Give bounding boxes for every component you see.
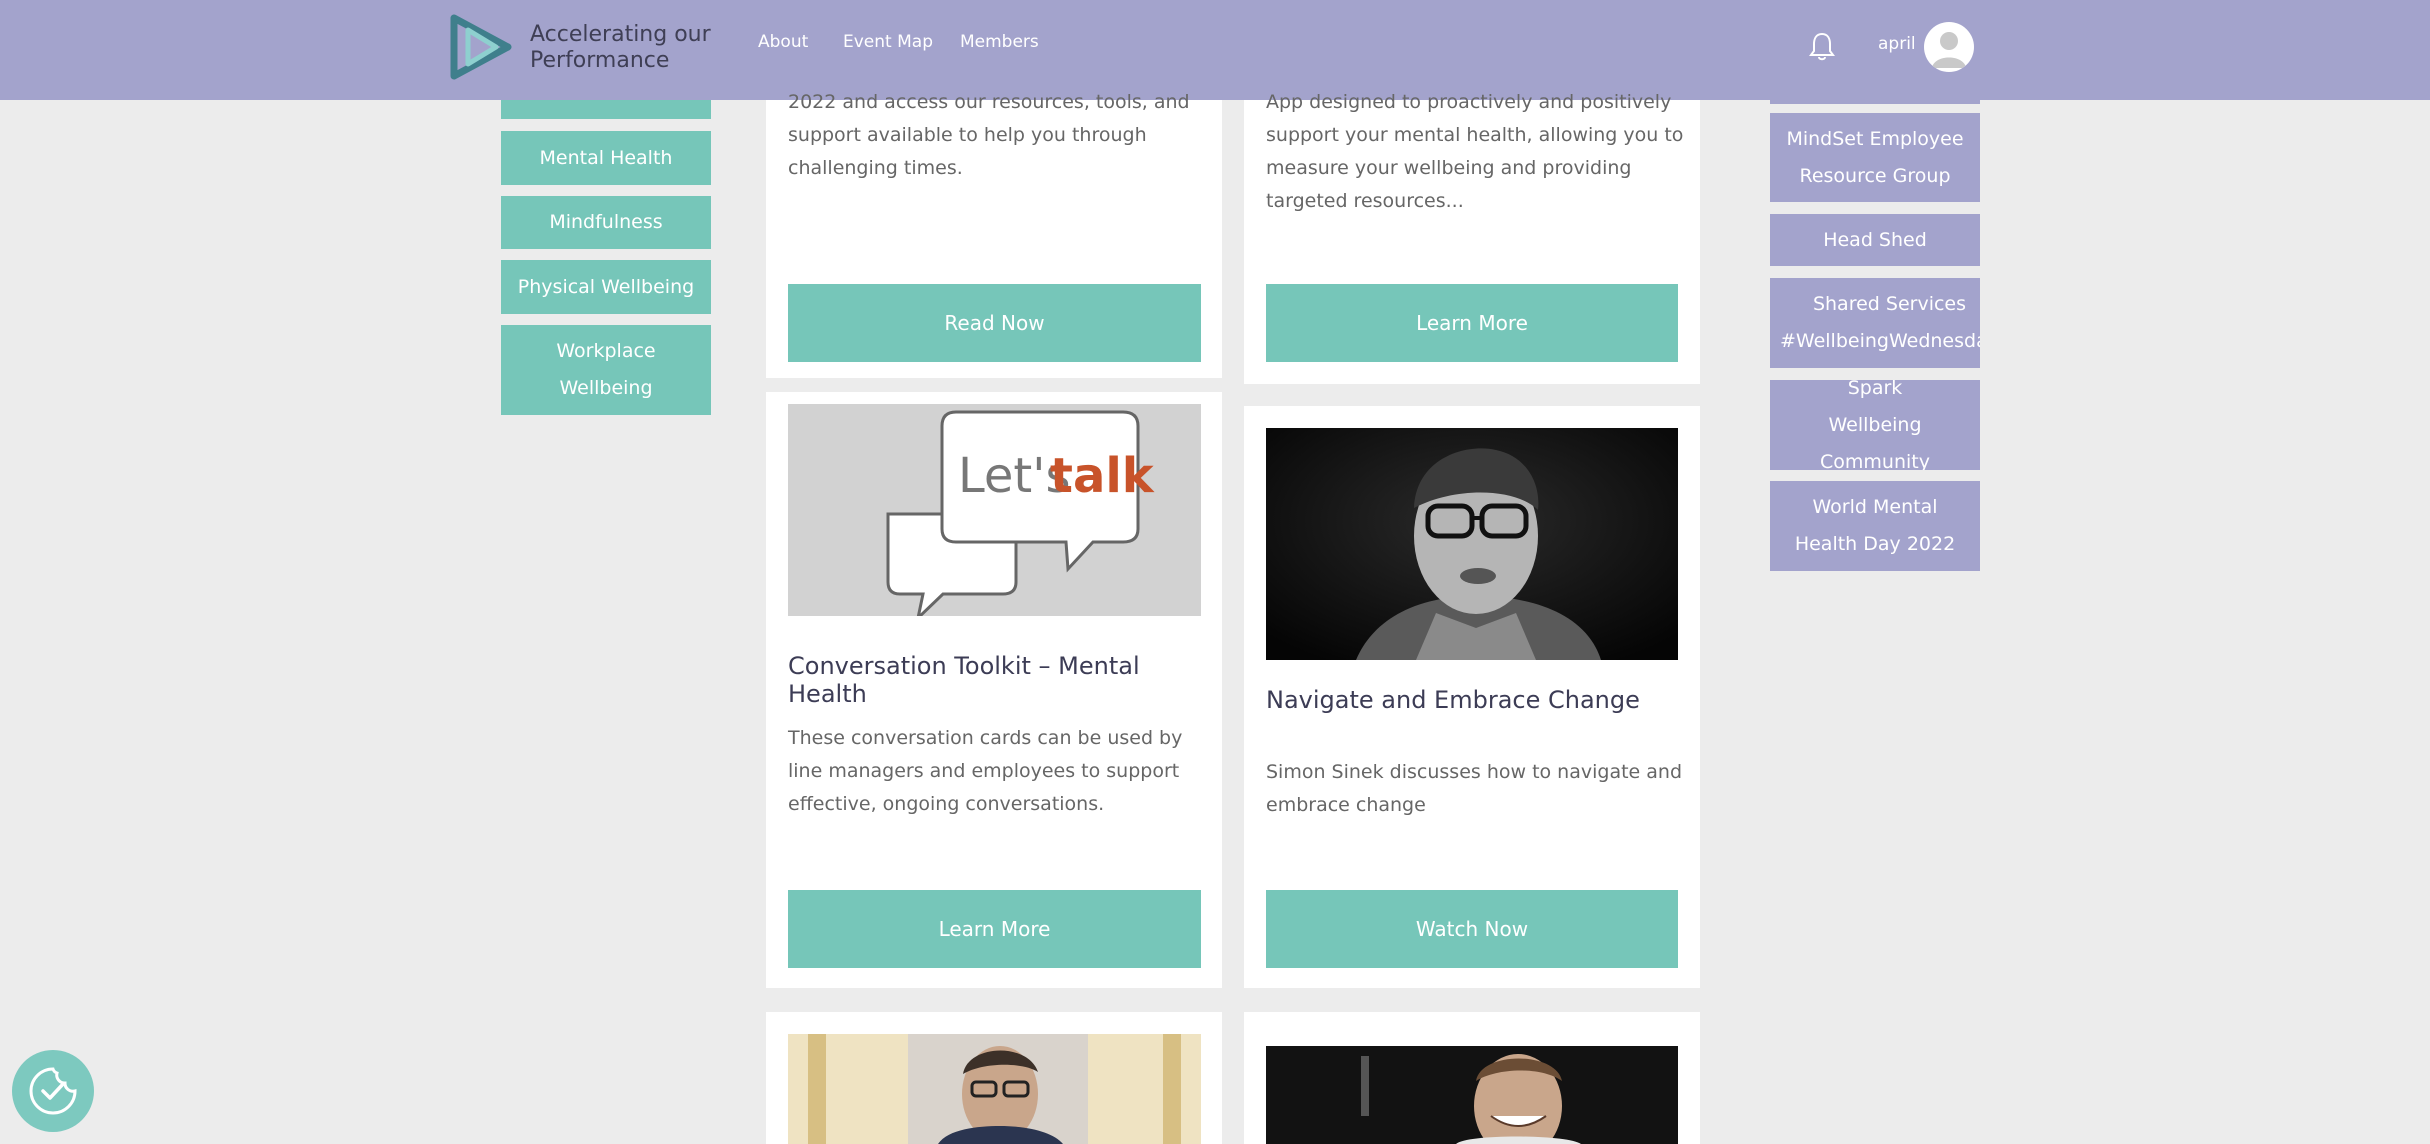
sidebar-item-mental-health[interactable]: Mental Health [501, 131, 711, 185]
logo-line-2: Performance [530, 48, 670, 73]
sidebar-item-mindfulness[interactable]: Mindfulness [501, 196, 711, 249]
speaker-portrait-icon [1266, 428, 1678, 660]
right-sidebar-item-shared-services[interactable]: Shared Services #WellbeingWednesday [1770, 278, 1980, 368]
right-sidebar-item-mindset[interactable]: MindSet Employee Resource Group [1770, 113, 1980, 202]
resource-card [1244, 1012, 1700, 1144]
nav-about[interactable]: About [758, 32, 808, 52]
logo-icon[interactable] [450, 14, 512, 80]
speaker-photo[interactable] [788, 1034, 1201, 1144]
sidebar-item-partial[interactable] [501, 100, 711, 119]
bell-icon[interactable] [1808, 30, 1836, 62]
speech-bubbles-icon [886, 410, 1140, 616]
image-text-talk: talk [1050, 448, 1154, 504]
sidebar-item-physical-wellbeing[interactable]: Physical Wellbeing [501, 260, 711, 314]
lets-talk-image[interactable]: Let's talk [788, 404, 1201, 616]
user-name[interactable]: april [1878, 34, 1916, 54]
nav-members[interactable]: Members [960, 32, 1039, 52]
card-description: 2022 and access our resources, tools, an… [788, 91, 1190, 179]
cookie-check-icon [29, 1067, 77, 1115]
resource-card: Navigate and Embrace Change Simon Sinek … [1244, 406, 1700, 988]
nav-event-map[interactable]: Event Map [843, 32, 933, 52]
resource-card: 2022 and access our resources, tools, an… [766, 91, 1222, 378]
card-description: App designed to proactively and positive… [1266, 91, 1684, 212]
top-nav-bar: Accelerating our Performance About Event… [0, 0, 2430, 100]
card-description: These conversation cards can be used by … [788, 727, 1183, 815]
user-silhouette-icon [1932, 32, 1966, 68]
speaker-portrait-icon [1266, 1046, 1678, 1144]
card-description: Simon Sinek discusses how to navigate an… [1266, 761, 1683, 816]
resource-card: Let's talk Conversation Toolkit – Mental… [766, 392, 1222, 988]
watch-now-button[interactable]: Watch Now [1266, 890, 1678, 968]
right-sidebar-item-spark[interactable]: Spark Wellbeing Community [1770, 380, 1980, 470]
right-sidebar-item-partial[interactable] [1770, 100, 1980, 104]
read-now-button[interactable]: Read Now [788, 284, 1201, 362]
speaker-portrait-icon [788, 1034, 1201, 1144]
card-title[interactable]: Navigate and Embrace Change [1266, 686, 1686, 714]
learn-more-button[interactable]: Learn More [788, 890, 1201, 968]
sidebar-item-workplace-wellbeing[interactable]: Workplace Wellbeing [501, 325, 711, 415]
learn-more-button[interactable]: Learn More [1266, 284, 1678, 362]
logo-text[interactable]: Accelerating our Performance [530, 22, 730, 74]
cookie-consent-button[interactable] [12, 1050, 94, 1132]
logo-line-1: Accelerating our [530, 22, 711, 47]
resource-card [766, 1012, 1222, 1144]
resource-card: App designed to proactively and positive… [1244, 91, 1700, 384]
avatar[interactable] [1924, 22, 1974, 72]
right-sidebar-item-world-mental-health-day[interactable]: World Mental Health Day 2022 [1770, 481, 1980, 571]
speaker-photo[interactable] [1266, 428, 1678, 660]
right-sidebar-item-head-shed[interactable]: Head Shed [1770, 214, 1980, 266]
speaker-photo[interactable] [1266, 1046, 1678, 1144]
card-title[interactable]: Conversation Toolkit – Mental Health [788, 652, 1208, 708]
